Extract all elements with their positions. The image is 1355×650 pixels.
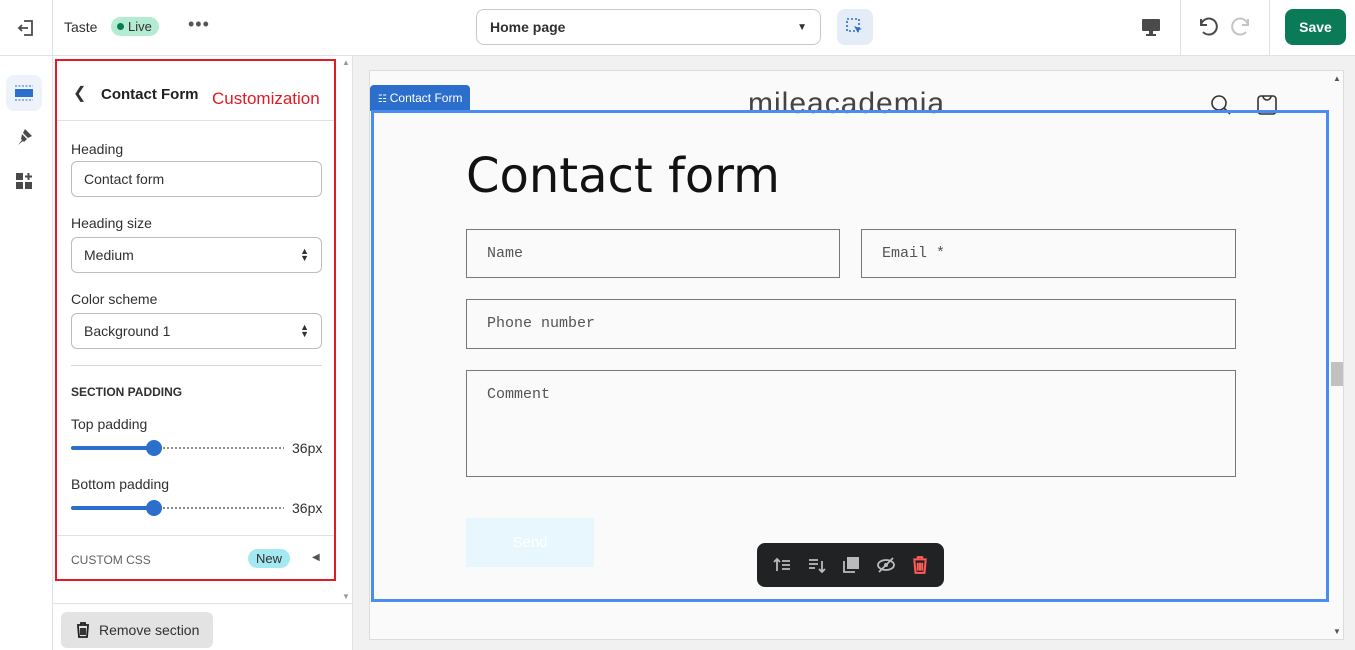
email-field[interactable]: Email *	[861, 229, 1236, 278]
live-badge: Live	[111, 17, 159, 36]
customization-highlight: ❮ Contact Form Customization Heading Con…	[55, 59, 336, 581]
undo-icon	[1200, 17, 1218, 36]
custom-css-label: CUSTOM CSS	[71, 553, 151, 567]
comment-field[interactable]: Comment	[466, 370, 1236, 477]
move-up-icon[interactable]	[772, 555, 792, 575]
theme-name: Taste	[64, 19, 98, 35]
duplicate-icon[interactable]	[841, 555, 861, 575]
hide-icon[interactable]	[876, 555, 896, 575]
delete-icon[interactable]	[911, 556, 929, 574]
phone-field[interactable]: Phone number	[466, 299, 1236, 349]
theme-settings-tab[interactable]	[6, 119, 42, 155]
save-button[interactable]: Save	[1285, 9, 1346, 45]
top-padding-label: Top padding	[71, 416, 148, 432]
bottom-padding-value: 36px	[292, 500, 323, 516]
section-tag[interactable]: ☷ Contact Form	[370, 85, 471, 111]
top-bar: Taste Live ••• Home page ▼ Save	[0, 0, 1355, 56]
remove-section-button[interactable]: Remove section	[61, 612, 213, 648]
customization-annotation: Customization	[212, 89, 320, 108]
exit-icon	[17, 20, 33, 36]
contact-heading: Contact form	[466, 148, 780, 204]
sections-tab[interactable]	[6, 75, 42, 111]
preview-scrollbar[interactable]: ▲ ▼	[1330, 70, 1344, 640]
settings-panel: ❮ Contact Form Customization Heading Con…	[53, 56, 353, 650]
redo-icon	[1231, 17, 1249, 36]
page-selector-value: Home page	[490, 19, 566, 35]
redo-button[interactable]	[1230, 14, 1254, 41]
undo-button[interactable]	[1195, 14, 1219, 41]
color-scheme-value: Background 1	[84, 323, 171, 339]
sidebar-rail	[0, 56, 53, 650]
live-dot-icon	[117, 23, 124, 30]
heading-label: Heading	[71, 141, 124, 157]
heading-input-value: Contact form	[84, 171, 165, 187]
panel-header: ❮ Contact Form Customization	[57, 61, 334, 121]
heading-size-value: Medium	[84, 247, 134, 263]
section-padding-heading: SECTION PADDING	[71, 385, 183, 399]
top-padding-value: 36px	[292, 440, 323, 456]
heading-size-select[interactable]: Medium ▲ ▼	[71, 237, 322, 273]
color-scheme-label: Color scheme	[71, 291, 158, 307]
inspector-button[interactable]	[837, 9, 873, 45]
move-down-icon[interactable]	[807, 555, 827, 575]
back-chevron-icon[interactable]: ❮	[73, 83, 86, 103]
section-icon: ☷	[378, 94, 390, 105]
expand-arrow-icon: ◀	[312, 552, 320, 563]
paintbrush-icon	[18, 129, 32, 145]
exit-button[interactable]	[0, 0, 53, 56]
send-button[interactable]: Send	[466, 518, 594, 567]
desktop-icon	[1142, 19, 1160, 36]
page-selector[interactable]: Home page ▼	[476, 9, 821, 45]
select-cursor-icon	[846, 18, 862, 33]
heading-size-label: Heading size	[71, 215, 152, 231]
select-arrows-icon: ▲ ▼	[300, 322, 309, 339]
apps-tab[interactable]	[6, 163, 42, 199]
slider-handle[interactable]	[145, 500, 162, 516]
desktop-view-button[interactable]	[1140, 16, 1162, 41]
sections-icon	[15, 85, 33, 101]
top-padding-slider[interactable]	[71, 440, 284, 456]
new-badge: New	[248, 549, 291, 568]
more-actions-button[interactable]: •••	[188, 14, 210, 35]
section-toolbar	[757, 543, 944, 587]
apps-icon	[16, 173, 32, 189]
live-label: Live	[128, 19, 152, 34]
custom-css-row[interactable]: CUSTOM CSS New ◀	[57, 535, 334, 581]
name-field[interactable]: Name	[466, 229, 840, 278]
select-arrows-icon: ▲ ▼	[300, 246, 309, 263]
panel-title: Contact Form	[101, 86, 199, 103]
panel-scrollbar[interactable]: ▲ ▼	[339, 56, 353, 603]
bottom-padding-label: Bottom padding	[71, 476, 170, 492]
remove-section-label: Remove section	[99, 622, 200, 638]
slider-handle[interactable]	[145, 440, 162, 456]
color-scheme-select[interactable]: Background 1 ▲ ▼	[71, 313, 322, 349]
trash-icon	[77, 622, 89, 638]
section-tag-label: Contact Form	[389, 91, 463, 105]
bottom-padding-slider[interactable]	[71, 500, 284, 516]
caret-down-icon: ▼	[797, 21, 807, 33]
heading-input[interactable]: Contact form	[71, 161, 322, 197]
